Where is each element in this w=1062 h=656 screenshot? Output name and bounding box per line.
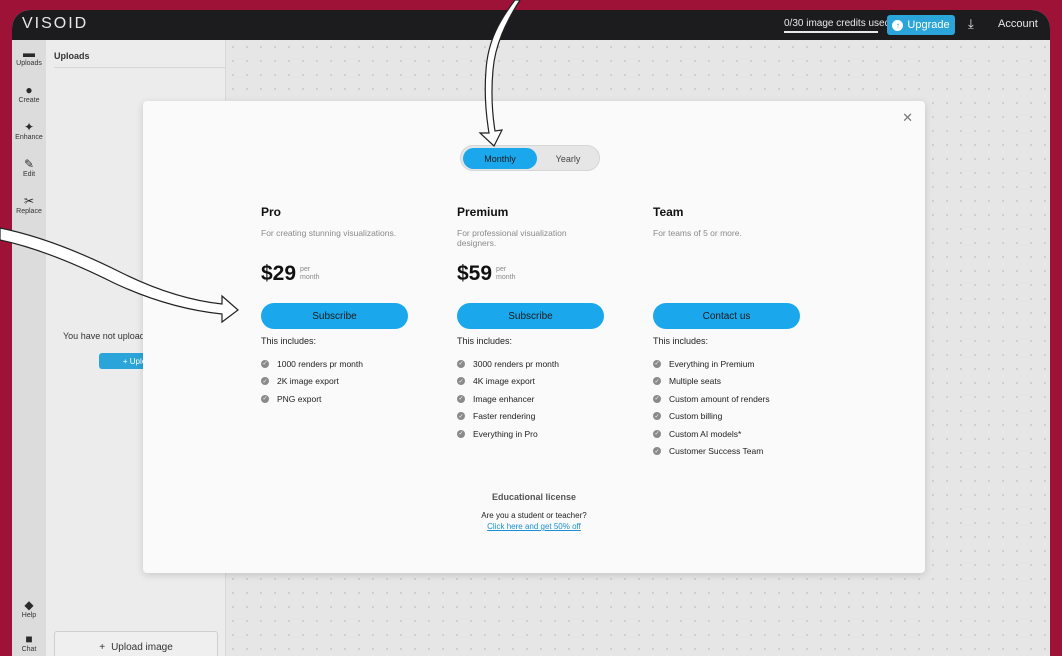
arrow-to-subscribe <box>0 227 239 324</box>
arrow-to-toggle <box>478 0 521 147</box>
annotation-arrows <box>0 0 521 324</box>
